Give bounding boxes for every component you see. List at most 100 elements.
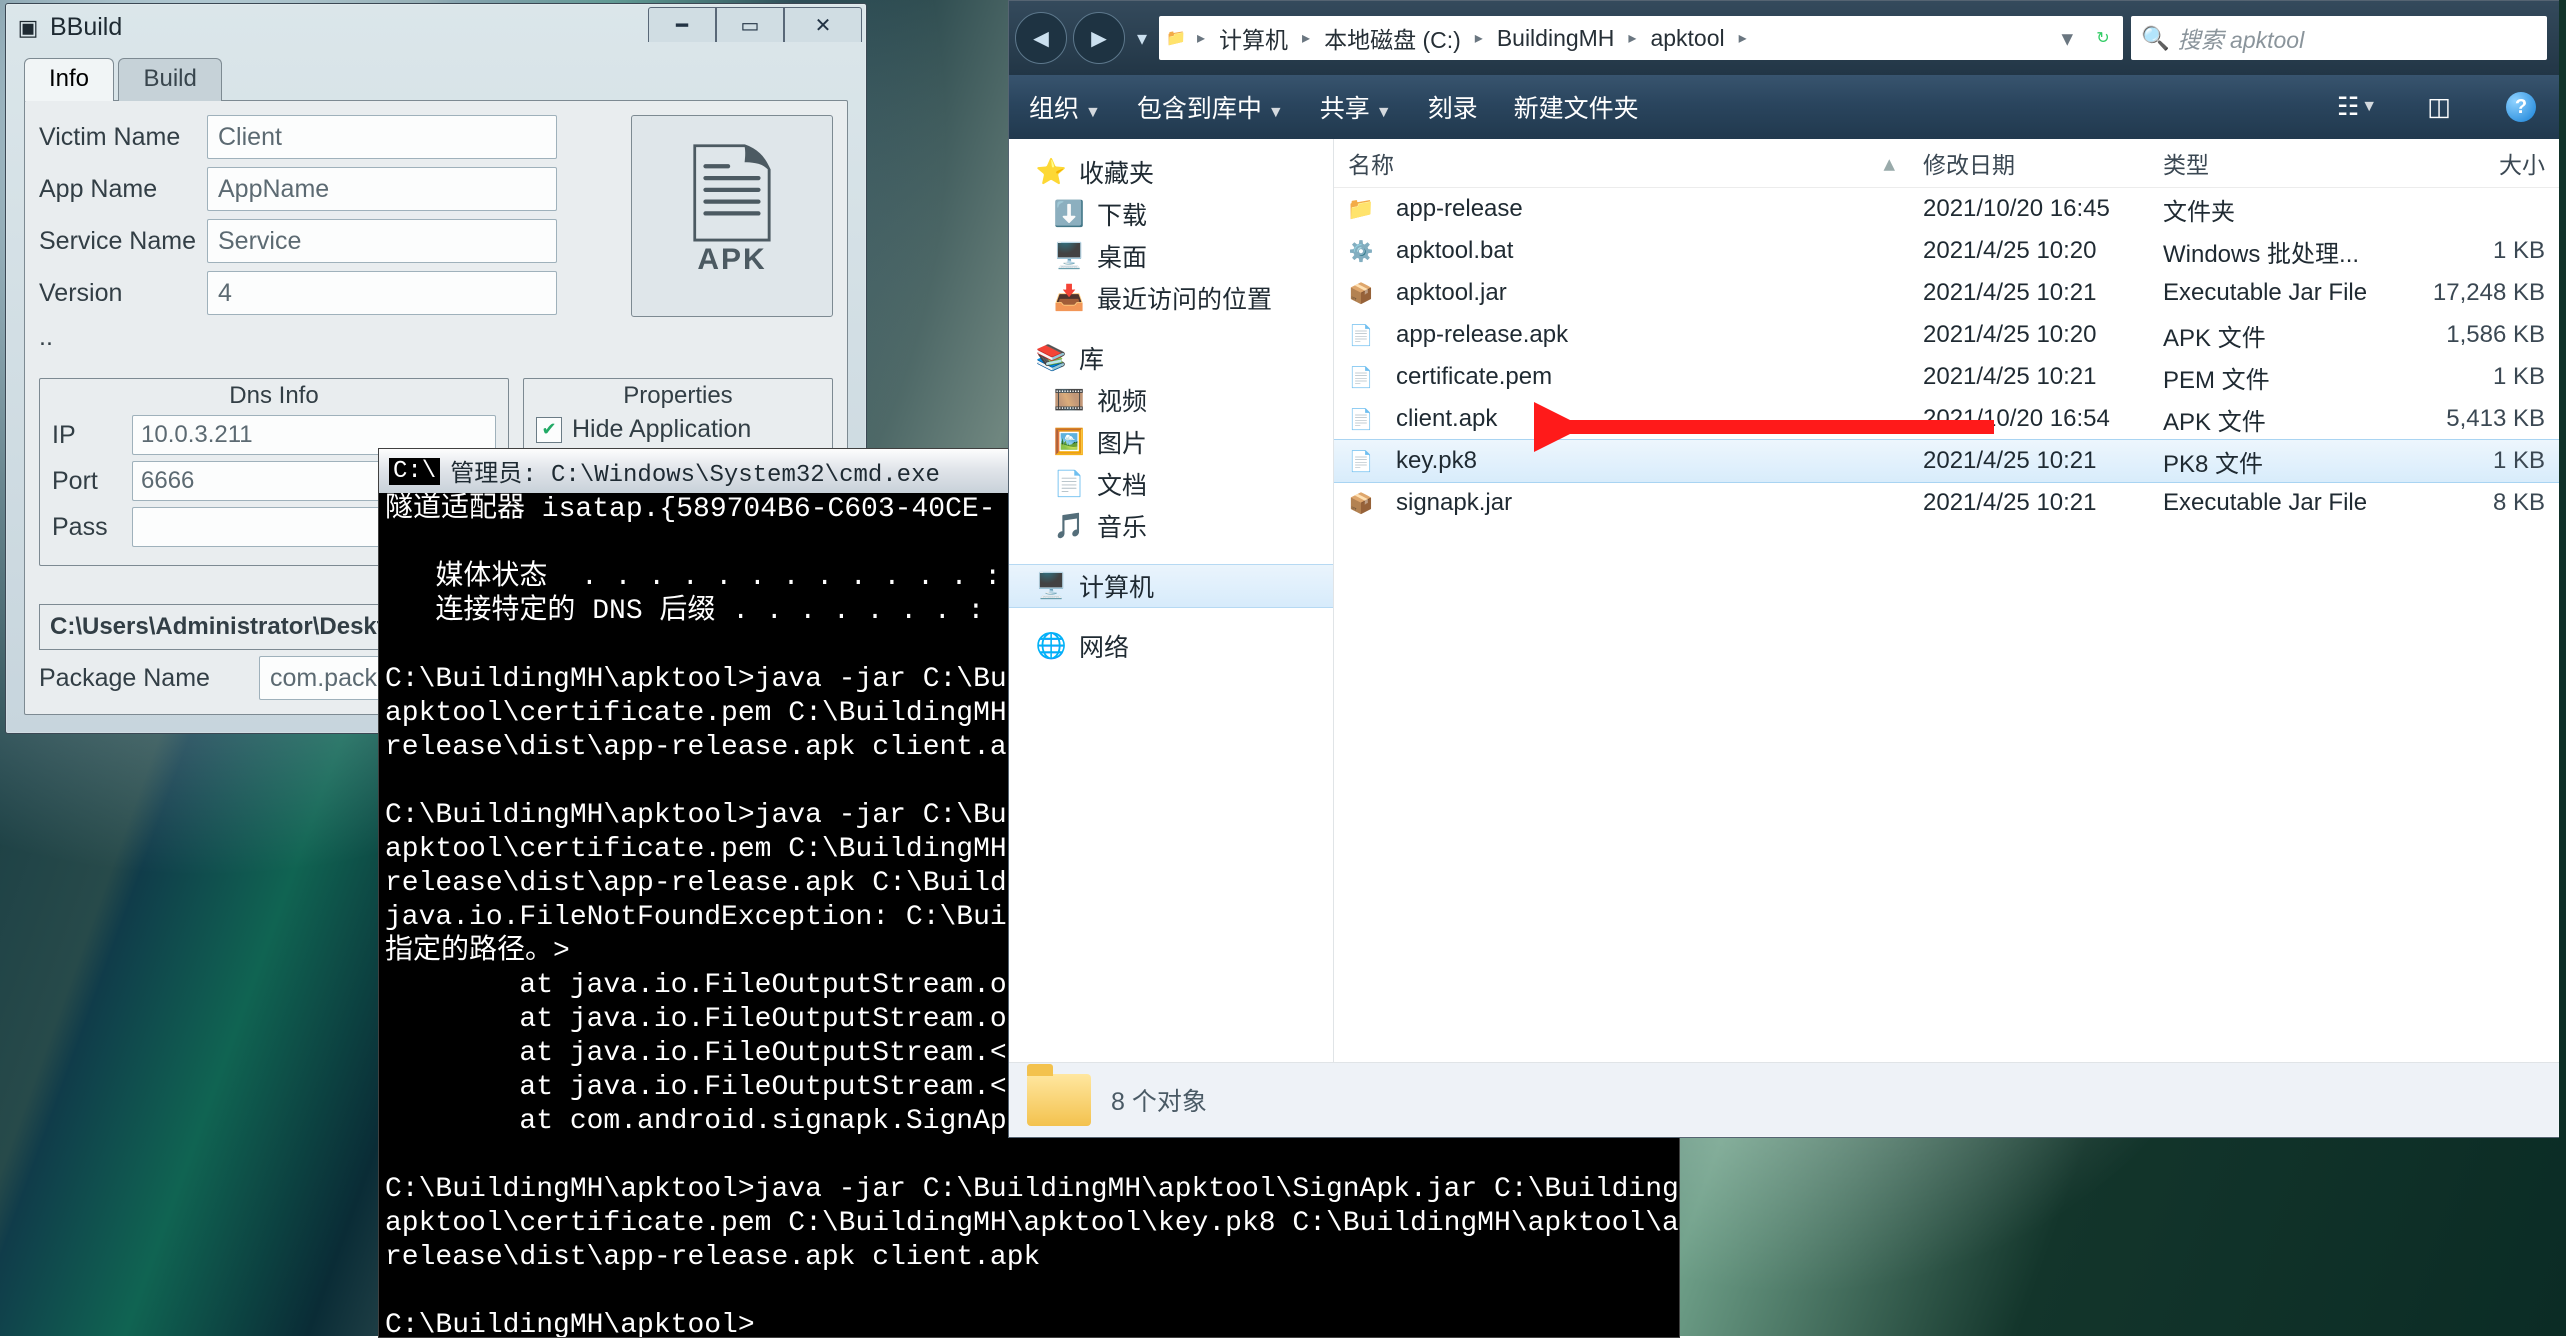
computer-icon: 🖥️ (1037, 572, 1065, 601)
music-icon: 🎵 (1055, 512, 1083, 541)
explorer-status-bar: 8 个对象 (1009, 1062, 2559, 1137)
status-folder-icon (1027, 1074, 1091, 1126)
version-input[interactable] (207, 271, 557, 315)
tab-info[interactable]: Info (24, 58, 114, 101)
addr-dropdown[interactable]: ▾ (2051, 16, 2083, 60)
file-size: 8 KB (2389, 482, 2559, 524)
recent-icon: 📥 (1055, 284, 1083, 313)
preview-pane-button[interactable]: ◫ (2421, 89, 2457, 125)
forward-button[interactable]: ► (1073, 12, 1125, 64)
file-name: certificate.pem (1396, 363, 1552, 391)
file-row[interactable]: 📁app-release2021/10/20 16:45文件夹 (1334, 188, 2559, 230)
breadcrumb-folder-2[interactable]: apktool (1640, 16, 1734, 60)
file-type: PEM 文件 (2149, 356, 2389, 398)
network-icon: 🌐 (1037, 632, 1065, 661)
breadcrumb-drive[interactable]: 本地磁盘 (C:) (1314, 16, 1471, 60)
apk-label: APK (688, 243, 776, 277)
col-date[interactable]: 修改日期 (1909, 139, 2149, 187)
breadcrumb-folder-1[interactable]: BuildingMH (1487, 16, 1625, 60)
file-date: 2021/4/25 10:21 (1909, 482, 2149, 524)
file-type-icon: 📄 (1348, 361, 1374, 393)
nav-pictures[interactable]: 🖼️图片 (1009, 421, 1333, 463)
file-type-icon: 📄 (1348, 403, 1374, 435)
search-icon: 🔍 (2141, 25, 2170, 52)
file-row[interactable]: ⚙️apktool.bat2021/4/25 10:20Windows 批处理.… (1334, 230, 2559, 272)
nav-music[interactable]: 🎵音乐 (1009, 505, 1333, 547)
app-name-label: App Name (39, 175, 207, 204)
file-type-icon: 📄 (1348, 445, 1374, 477)
breadcrumb-computer[interactable]: 计算机 (1209, 16, 1298, 60)
nav-favorites[interactable]: ⭐收藏夹 (1009, 151, 1333, 193)
version-label: Version (39, 279, 207, 308)
burn-button[interactable]: 刻录 (1428, 89, 1478, 125)
nav-network[interactable]: 🌐网络 (1009, 625, 1333, 667)
file-type-icon: 📁 (1348, 193, 1374, 225)
nav-videos[interactable]: 🎞️视频 (1009, 379, 1333, 421)
breadcrumb-bar[interactable]: 📁 ▸ 计算机 ▸ 本地磁盘 (C:) ▸ BuildingMH ▸ apkto… (1159, 16, 2123, 60)
bbuild-title: BBuild (50, 13, 122, 42)
file-size: 1 KB (2389, 440, 2559, 482)
file-name: signapk.jar (1396, 489, 1512, 517)
search-box[interactable]: 🔍 搜索 apktool (2131, 16, 2547, 60)
nav-documents[interactable]: 📄文档 (1009, 463, 1333, 505)
file-date: 2021/10/20 16:54 (1909, 398, 2149, 440)
share-button[interactable]: 共享▼ (1320, 89, 1392, 125)
file-name: apktool.jar (1396, 279, 1507, 307)
nav-desktop[interactable]: 🖥️桌面 (1009, 235, 1333, 277)
service-name-label: Service Name (39, 227, 207, 256)
new-folder-button[interactable]: 新建文件夹 (1514, 89, 1639, 125)
column-headers[interactable]: 名称▴ 修改日期 类型 大小 (1334, 139, 2559, 188)
history-dropdown[interactable]: ▾ (1131, 26, 1153, 51)
file-size: 1 KB (2389, 230, 2559, 272)
explorer-nav-pane[interactable]: ⭐收藏夹 ⬇️下载 🖥️桌面 📥最近访问的位置 📚库 🎞️视频 🖼️图片 📄文档… (1009, 139, 1334, 1062)
back-button[interactable]: ◄ (1015, 12, 1067, 64)
file-type-icon: 📦 (1348, 277, 1374, 309)
explorer-address-bar: ◄ ► ▾ 📁 ▸ 计算机 ▸ 本地磁盘 (C:) ▸ BuildingMH ▸… (1009, 1, 2559, 75)
file-date: 2021/4/25 10:21 (1909, 440, 2149, 482)
victim-name-input[interactable] (207, 115, 557, 159)
help-button[interactable]: ? (2503, 89, 2539, 125)
nav-libraries[interactable]: 📚库 (1009, 337, 1333, 379)
minimize-button[interactable]: ━ (648, 7, 716, 42)
file-date: 2021/10/20 16:45 (1909, 188, 2149, 230)
maximize-button[interactable]: ▭ (716, 7, 784, 42)
file-type: Executable Jar File (2149, 482, 2389, 524)
download-icon: ⬇️ (1055, 200, 1083, 229)
file-row[interactable]: 📄key.pk82021/4/25 10:21PK8 文件1 KB (1334, 440, 2559, 482)
include-button[interactable]: 包含到库中▼ (1137, 89, 1284, 125)
tab-build[interactable]: Build (118, 58, 221, 101)
file-size: 1,586 KB (2389, 314, 2559, 356)
victim-name-label: Victim Name (39, 123, 207, 152)
view-button[interactable]: ☷▼ (2339, 89, 2375, 125)
properties-title: Properties (524, 378, 832, 414)
nav-recent[interactable]: 📥最近访问的位置 (1009, 277, 1333, 319)
file-row[interactable]: 📦signapk.jar2021/4/25 10:21Executable Ja… (1334, 482, 2559, 524)
file-row[interactable]: 📦apktool.jar2021/4/25 10:21Executable Ja… (1334, 272, 2559, 314)
nav-downloads[interactable]: ⬇️下载 (1009, 193, 1333, 235)
dots-label: .. (39, 323, 207, 352)
bbuild-app-icon: ▣ (16, 16, 40, 40)
app-name-input[interactable] (207, 167, 557, 211)
col-type[interactable]: 类型 (2149, 139, 2389, 187)
hide-app-checkbox[interactable]: ✔ (536, 417, 562, 443)
close-button[interactable]: ✕ (784, 7, 862, 42)
col-size[interactable]: 大小 (2389, 139, 2559, 187)
star-icon: ⭐ (1037, 158, 1065, 187)
service-name-input[interactable] (207, 219, 557, 263)
file-row[interactable]: 📄client.apk2021/10/20 16:54APK 文件5,413 K… (1334, 398, 2559, 440)
status-text: 8 个对象 (1111, 1082, 1207, 1118)
file-type: APK 文件 (2149, 314, 2389, 356)
nav-computer[interactable]: 🖥️计算机 (1009, 565, 1333, 607)
bbuild-titlebar[interactable]: ▣ BBuild ━ ▭ ✕ (6, 4, 866, 57)
refresh-button[interactable]: ↻ (2083, 28, 2123, 48)
col-name[interactable]: 名称▴ (1334, 139, 1909, 187)
explorer-file-list: 名称▴ 修改日期 类型 大小 📁app-release2021/10/20 16… (1334, 139, 2559, 1062)
explorer-window: ◄ ► ▾ 📁 ▸ 计算机 ▸ 本地磁盘 (C:) ▸ BuildingMH ▸… (1008, 0, 2559, 1138)
file-row[interactable]: 📄certificate.pem2021/4/25 10:21PEM 文件1 K… (1334, 356, 2559, 398)
picture-icon: 🖼️ (1055, 428, 1083, 457)
file-row[interactable]: 📄app-release.apk2021/4/25 10:20APK 文件1,5… (1334, 314, 2559, 356)
apk-file-icon: 🗎 (688, 155, 776, 243)
organize-button[interactable]: 组织▼ (1029, 89, 1101, 125)
file-name: app-release.apk (1396, 321, 1568, 349)
file-type-icon: 📄 (1348, 319, 1374, 351)
